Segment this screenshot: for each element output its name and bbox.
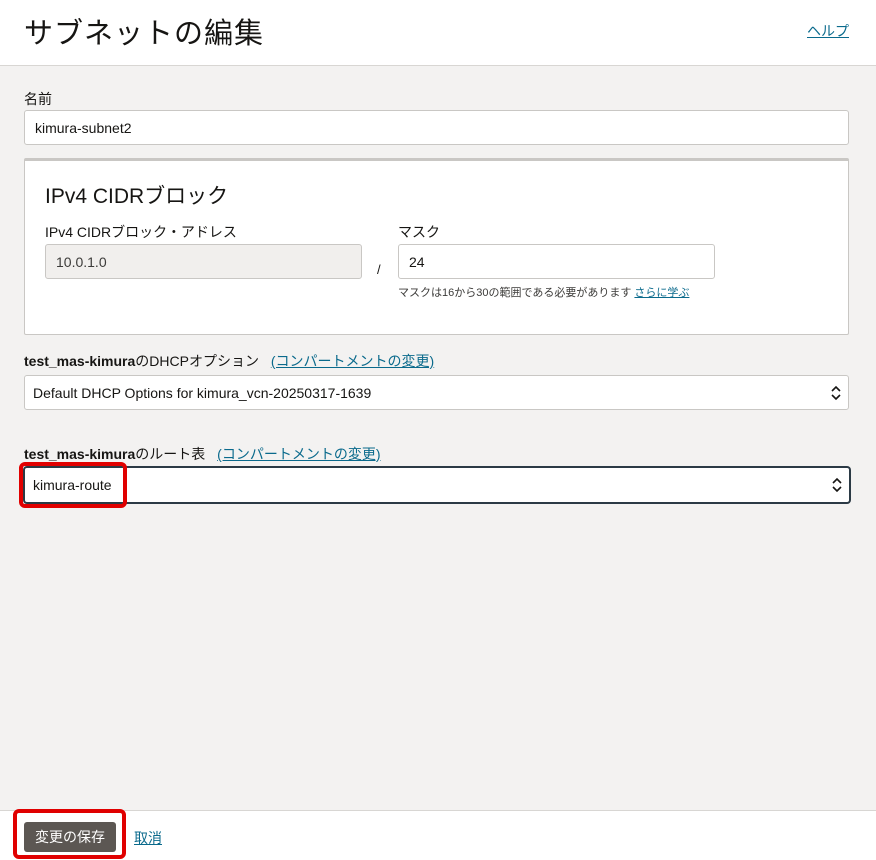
cidr-section-title: IPv4 CIDRブロック [45,185,229,208]
route-change-compartment-link[interactable]: (コンパートメントの変更) [217,446,380,462]
cidr-separator: / [377,262,381,277]
page-header: サブネットの編集 ヘルプ [0,0,876,66]
dhcp-compartment-name: test_mas-kimura [24,353,136,369]
route-table-label: test_mas-kimuraのルート表 (コンパートメントの変更) [24,444,381,464]
help-link[interactable]: ヘルプ [807,21,849,41]
mask-label: マスク [398,224,440,240]
dhcp-label-suffix: のDHCPオプション [135,353,259,369]
route-compartment-name: test_mas-kimura [24,446,136,462]
route-selected-value: kimura-route [33,477,112,493]
cidr-address-input[interactable]: 10.0.1.0 [45,244,362,279]
name-label: 名前 [24,91,52,107]
page-footer [0,810,876,860]
route-table-select[interactable]: kimura-route [24,467,850,503]
dhcp-label: test_mas-kimuraのDHCPオプション (コンパートメントの変更) [24,351,434,371]
name-input[interactable]: kimura-subnet2 [24,110,849,145]
save-changes-button[interactable]: 変更の保存 [24,822,116,852]
chevron-up-down-icon [831,385,841,400]
learn-more-link[interactable]: さらに学ぶ [634,287,689,299]
dhcp-change-compartment-link[interactable]: (コンパートメントの変更) [271,353,434,369]
page-title: サブネットの編集 [24,18,265,50]
mask-hint-text: マスクは16から30の範囲である必要があります [398,287,632,299]
route-label-suffix: のルート表 [135,446,206,462]
dhcp-selected-value: Default DHCP Options for kimura_vcn-2025… [33,384,372,401]
chevron-up-down-icon [832,477,842,493]
mask-input[interactable]: 24 [398,244,715,279]
mask-hint: マスクは16から30の範囲である必要があります さらに学ぶ [398,284,689,300]
cidr-address-label: IPv4 CIDRブロック・アドレス [45,224,237,240]
cancel-link[interactable]: 取消 [134,828,162,848]
dhcp-options-select[interactable]: Default DHCP Options for kimura_vcn-2025… [24,375,849,410]
